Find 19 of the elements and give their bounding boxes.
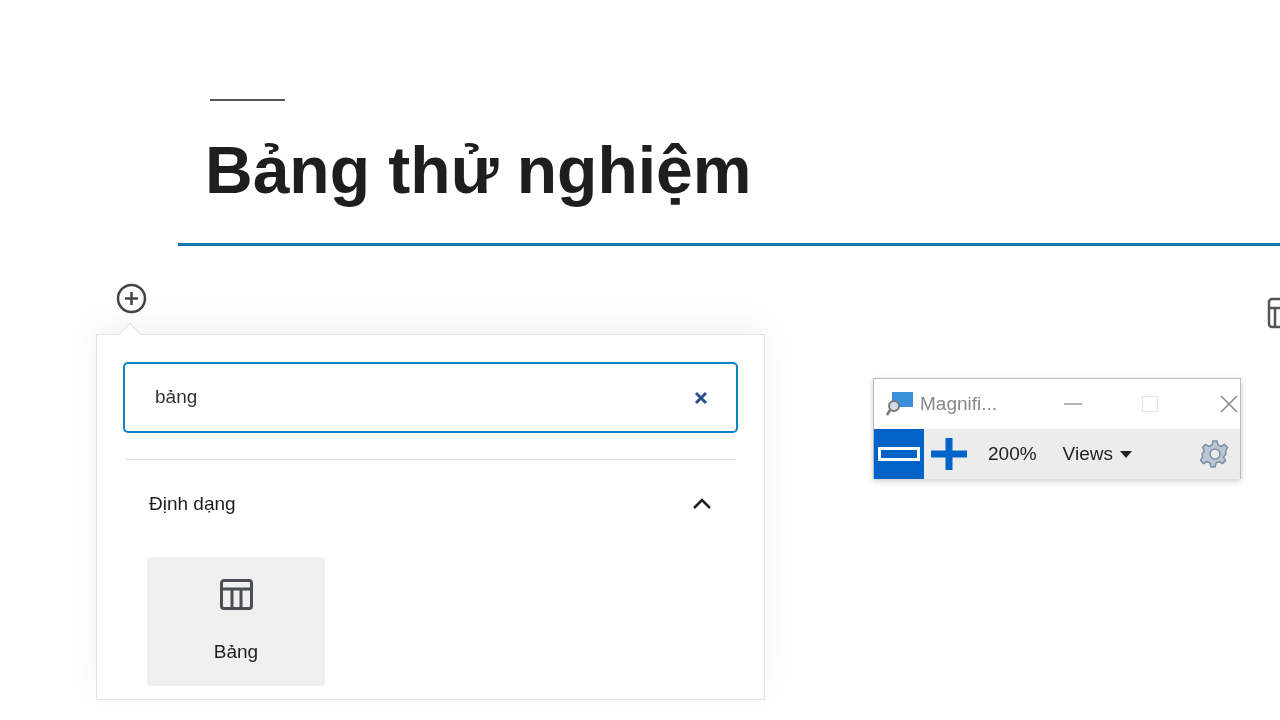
search-input[interactable]: bảng [153, 382, 694, 413]
caret-icon [1119, 450, 1132, 458]
section-title: Định dạng [149, 492, 236, 516]
close-icon[interactable] [694, 390, 708, 405]
search-field[interactable]: bảng [123, 362, 738, 433]
magnifier-app-icon [886, 391, 914, 417]
plus-icon [930, 437, 968, 471]
add-block-icon[interactable] [116, 283, 147, 314]
minus-icon [878, 447, 920, 461]
block-item[interactable]: Bảng [147, 556, 325, 686]
table-icon [219, 578, 253, 610]
settings-icon[interactable] [1200, 439, 1230, 469]
chevron-up-icon[interactable] [692, 498, 712, 511]
zoom-out-button[interactable] [874, 429, 924, 479]
close-icon[interactable] [1220, 395, 1238, 413]
table-icon[interactable] [1267, 297, 1280, 329]
window-title: Magnifi... [920, 391, 999, 416]
views-dropdown[interactable]: Views [1062, 439, 1132, 469]
zoom-level: 200% [988, 441, 1037, 466]
